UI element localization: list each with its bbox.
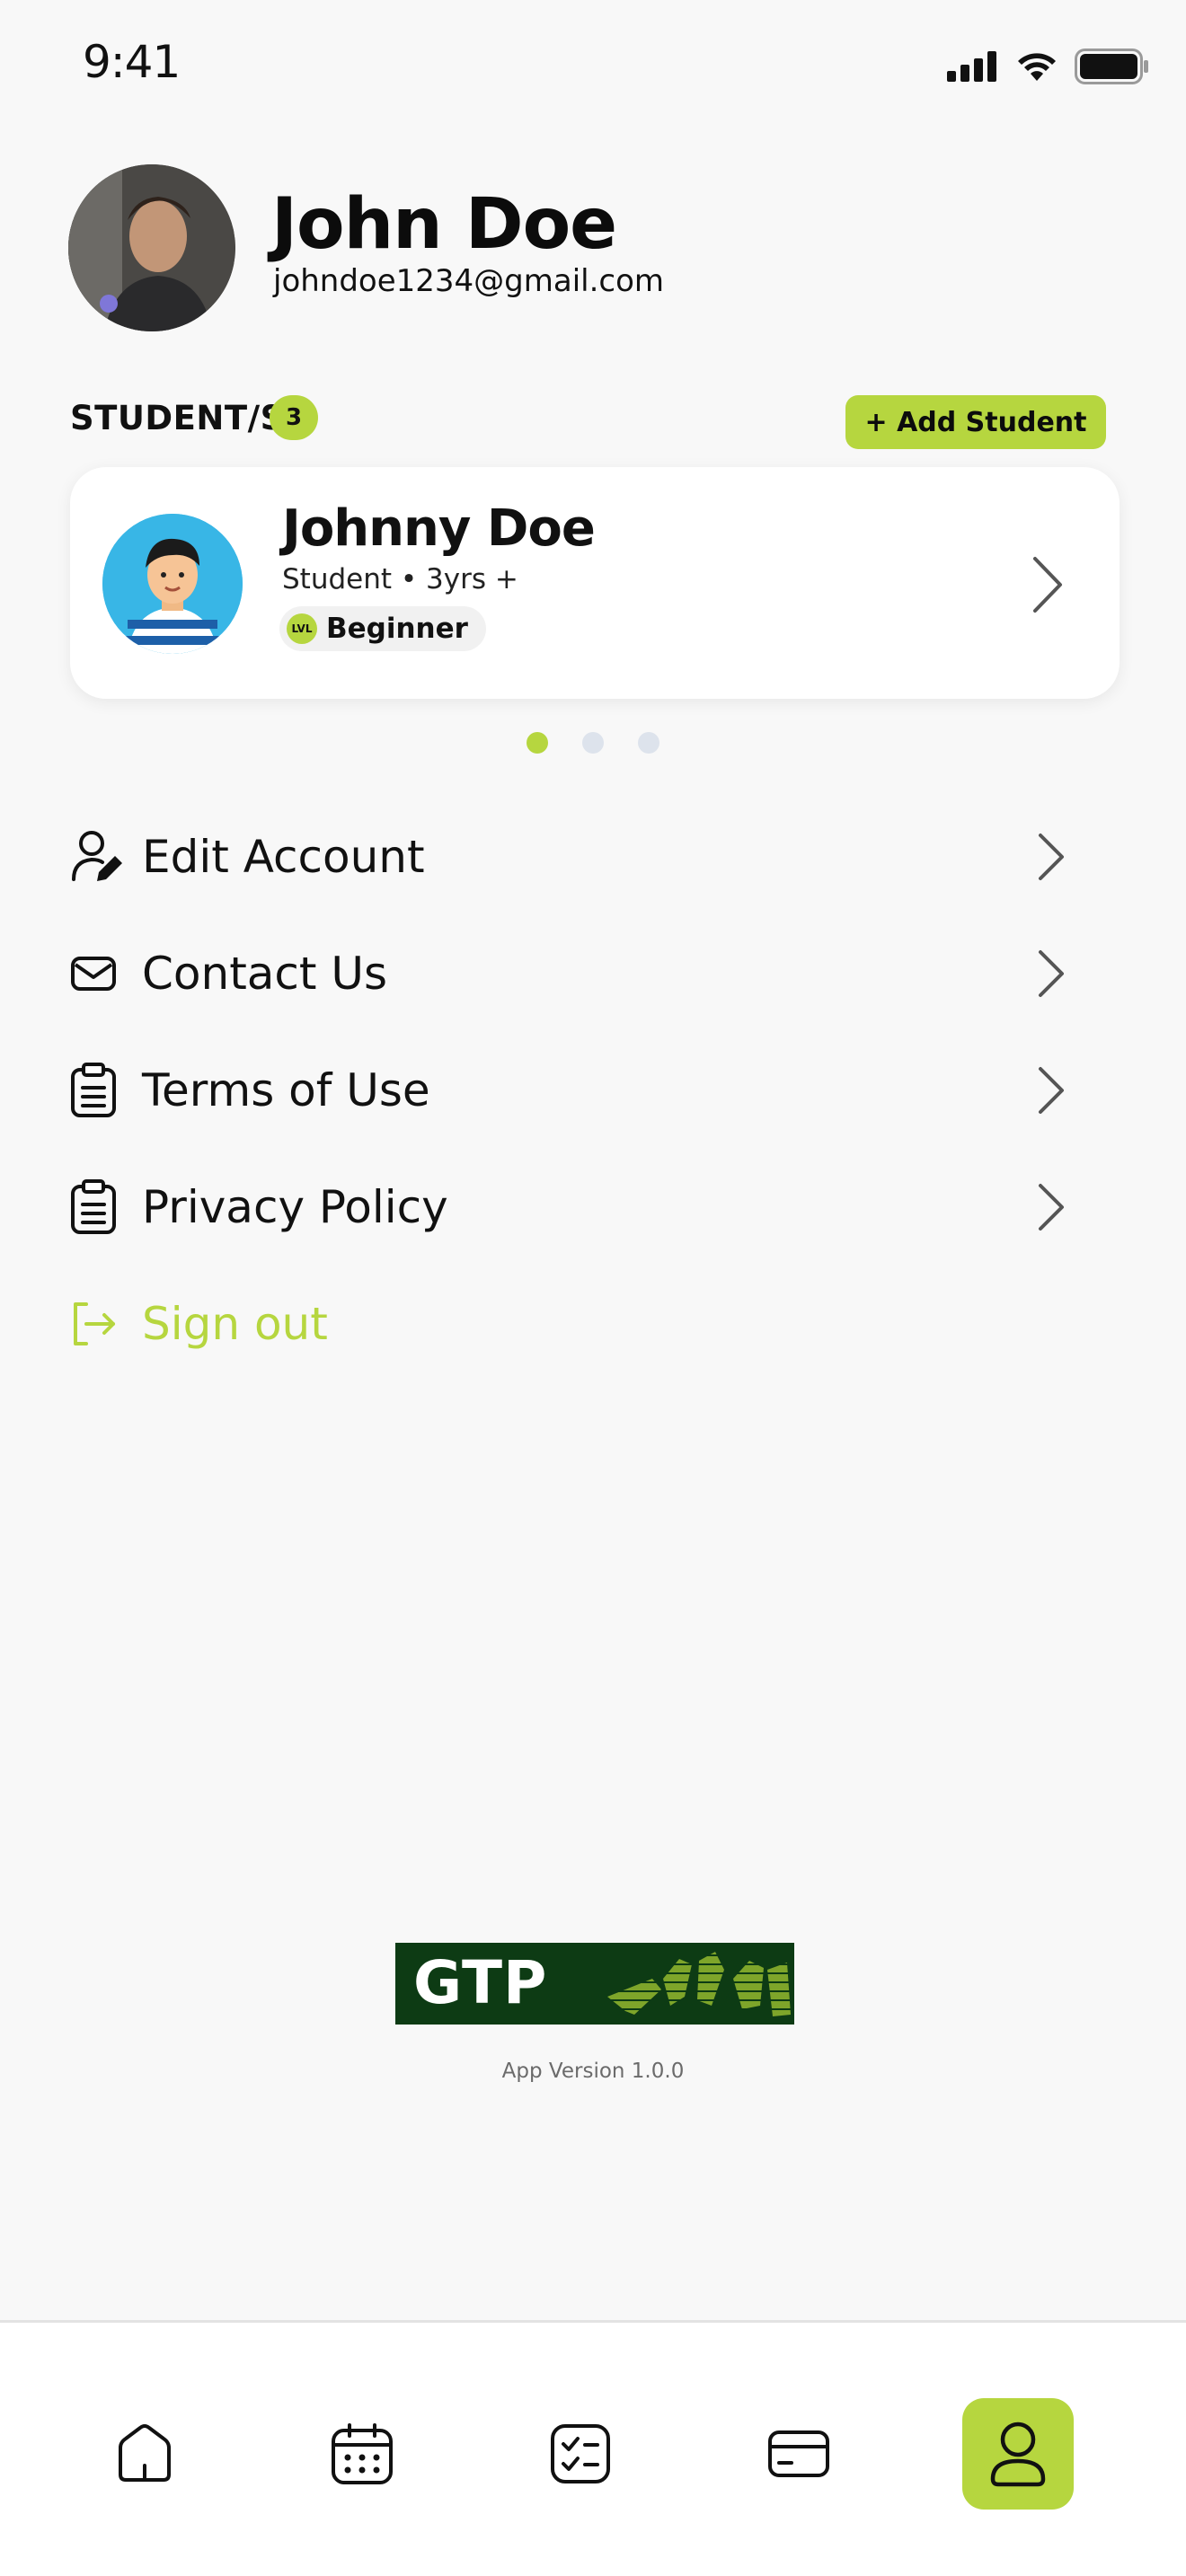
signal-icon: [947, 51, 996, 82]
students-count-badge: 3: [270, 395, 318, 440]
calendar-icon: [332, 2423, 393, 2484]
pager-dot[interactable]: [638, 732, 659, 754]
student-card[interactable]: Johnny Doe Student • 3yrs + LVL Beginner: [70, 467, 1120, 699]
menu-item-terms-of-use[interactable]: Terms of Use: [70, 1050, 1066, 1131]
card-icon: [768, 2430, 829, 2477]
brand-logo: GTP: [395, 1943, 794, 2025]
menu-item-contact-us[interactable]: Contact Us: [70, 933, 1066, 1014]
nav-home[interactable]: [89, 2398, 200, 2510]
chevron-right-icon: [1039, 1184, 1064, 1231]
profile-email: johndoe1234@gmail.com: [273, 263, 665, 299]
nav-calendar[interactable]: [306, 2398, 418, 2510]
clipboard-icon: [71, 1179, 116, 1234]
student-meta: Student • 3yrs +: [282, 563, 518, 595]
student-name: Johnny Doe: [282, 499, 596, 558]
sign-out-label: Sign out: [142, 1298, 328, 1350]
level-chip: LVL Beginner: [279, 606, 486, 651]
student-pager: [527, 732, 659, 754]
mail-icon: [71, 957, 116, 991]
nav-payments[interactable]: [743, 2398, 854, 2510]
profile-icon: [990, 2422, 1046, 2487]
home-icon: [119, 2424, 171, 2482]
status-icons: [947, 49, 1150, 84]
battery-icon: [1075, 49, 1148, 84]
menu-item-privacy-policy[interactable]: Privacy Policy: [70, 1167, 1066, 1248]
wifi-icon: [1018, 53, 1056, 81]
level-label: Beginner: [326, 613, 468, 645]
profile-name: John Doe: [271, 184, 617, 265]
students-section-label: STUDENT/S: [70, 399, 285, 437]
menu-item-label: Contact Us: [142, 948, 388, 1000]
logo-players-graphic: [598, 1952, 794, 2016]
clipboard-icon: [71, 1063, 116, 1117]
checklist-icon: [551, 2424, 610, 2483]
level-badge-icon: LVL: [287, 613, 317, 644]
chevron-right-icon[interactable]: [1030, 555, 1066, 614]
student-avatar: [102, 514, 243, 654]
profile-photo: [68, 164, 235, 331]
profile-avatar[interactable]: [68, 164, 235, 331]
nav-tasks[interactable]: [525, 2398, 636, 2510]
chevron-right-icon: [1039, 1067, 1064, 1114]
pager-dot[interactable]: [582, 732, 604, 754]
chevron-right-icon: [1039, 834, 1064, 880]
pager-dot-active[interactable]: [527, 732, 548, 754]
brand-logo-text: GTP: [413, 1948, 548, 2017]
menu-item-label: Edit Account: [142, 831, 425, 883]
sign-out-button[interactable]: Sign out: [70, 1284, 1066, 1364]
menu-item-label: Privacy Policy: [142, 1181, 448, 1233]
student-avatar-illustration: [102, 514, 243, 654]
chevron-right-icon: [1039, 950, 1064, 997]
user-edit-icon: [72, 831, 122, 881]
bottom-nav: [0, 2320, 1186, 2576]
add-student-button[interactable]: + Add Student: [845, 395, 1106, 449]
logout-icon: [74, 1302, 115, 1345]
menu-item-edit-account[interactable]: Edit Account: [70, 816, 1066, 897]
nav-profile[interactable]: [962, 2398, 1074, 2510]
app-version: App Version 1.0.0: [501, 2060, 685, 2083]
menu-item-label: Terms of Use: [142, 1064, 430, 1116]
status-time: 9:41: [83, 36, 181, 88]
